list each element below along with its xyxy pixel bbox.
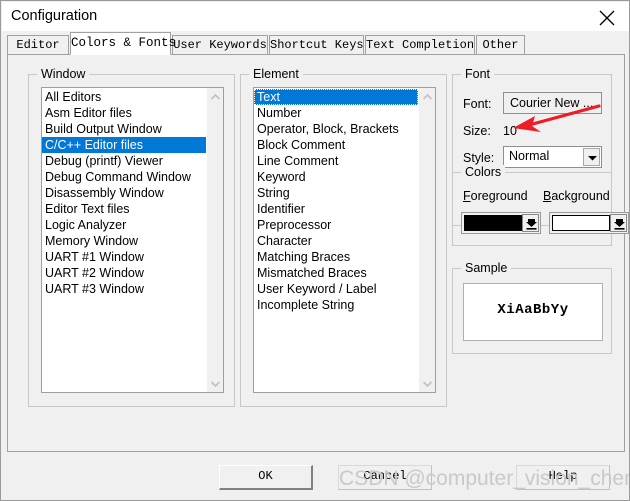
tab-user-keywords[interactable]: User Keywords	[172, 35, 268, 54]
colors-group: Colors Foreground Background	[452, 165, 629, 246]
list-item[interactable]: Memory Window	[42, 233, 206, 249]
foreground-color-swatch	[464, 215, 522, 231]
list-item[interactable]: Character	[254, 233, 418, 249]
foreground-label: Foreground	[463, 189, 528, 203]
tab-text-completion[interactable]: Text Completion	[365, 35, 475, 54]
list-item[interactable]: Line Comment	[254, 153, 418, 169]
chevron-down-icon[interactable]	[610, 214, 627, 232]
list-item[interactable]: C/C++ Editor files	[42, 137, 206, 153]
list-item[interactable]: Asm Editor files	[42, 105, 206, 121]
list-item[interactable]: Debug Command Window	[42, 169, 206, 185]
sample-group: Sample XiAaBbYy	[452, 261, 612, 354]
cancel-button[interactable]: Cancel	[338, 465, 432, 490]
list-item[interactable]: Keyword	[254, 169, 418, 185]
window-list-scrollbar[interactable]	[206, 88, 223, 392]
list-item[interactable]: UART #3 Window	[42, 281, 206, 297]
ok-button[interactable]: OK	[219, 465, 313, 490]
style-field-label: Style:	[463, 151, 495, 165]
scroll-up-button[interactable]	[419, 88, 435, 105]
background-color-picker[interactable]	[549, 212, 629, 234]
sample-text: XiAaBbYy	[497, 302, 569, 318]
font-group-legend: Font	[461, 67, 495, 81]
tab-editor[interactable]: Editor	[7, 35, 69, 54]
chevron-down-icon[interactable]	[583, 148, 600, 166]
scroll-up-button[interactable]	[207, 88, 223, 105]
font-size-value: 10	[503, 124, 517, 138]
font-select-button[interactable]: Courier New ...	[503, 92, 602, 114]
list-item[interactable]: Matching Braces	[254, 249, 418, 265]
element-list-items: Text Number Operator, Block, Brackets Block…	[254, 88, 418, 313]
element-group-legend: Element	[249, 67, 303, 81]
list-item[interactable]: UART #2 Window	[42, 265, 206, 281]
title-bar: Configuration	[2, 2, 629, 31]
element-list-scrollbar[interactable]	[418, 88, 435, 392]
list-item[interactable]: Text	[254, 89, 418, 105]
font-field-label: Font:	[463, 97, 492, 111]
list-item[interactable]: Preprocessor	[254, 217, 418, 233]
window-group: Window All Editors Asm Editor files Build …	[28, 67, 235, 407]
list-item[interactable]: User Keyword / Label	[254, 281, 418, 297]
list-item[interactable]: Editor Text files	[42, 201, 206, 217]
help-button[interactable]: Help	[516, 465, 610, 490]
background-color-swatch	[552, 215, 610, 231]
list-item[interactable]: All Editors	[42, 89, 206, 105]
scroll-down-button[interactable]	[419, 375, 435, 392]
element-group: Element Text Number Operator, Block, Brack…	[240, 67, 447, 407]
tab-strip: Editor Colors & Fonts User Keywords Shor…	[7, 32, 625, 55]
list-item[interactable]: String	[254, 185, 418, 201]
sample-preview: XiAaBbYy	[463, 283, 603, 341]
scroll-down-button[interactable]	[207, 375, 223, 392]
font-style-value: Normal	[509, 149, 550, 163]
close-button[interactable]	[584, 2, 629, 31]
font-style-dropdown[interactable]: Normal	[503, 146, 602, 168]
page-title: Configuration	[11, 8, 98, 24]
list-item[interactable]: Build Output Window	[42, 121, 206, 137]
list-item[interactable]: Disassembly Window	[42, 185, 206, 201]
element-listbox[interactable]: Text Number Operator, Block, Brackets Block…	[253, 87, 436, 393]
tab-shortcut-keys[interactable]: Shortcut Keys	[269, 35, 364, 54]
configuration-dialog: Configuration Editor Colors & Fonts User…	[0, 0, 630, 501]
sample-group-legend: Sample	[461, 261, 512, 275]
tab-colors-and-fonts[interactable]: Colors & Fonts	[70, 32, 176, 55]
background-label: Background	[543, 189, 610, 203]
dialog-button-bar: OK Cancel Help	[2, 456, 629, 500]
list-item[interactable]: Logic Analyzer	[42, 217, 206, 233]
list-item[interactable]: Operator, Block, Brackets	[254, 121, 418, 137]
list-item[interactable]: Incomplete String	[254, 297, 418, 313]
list-item[interactable]: Identifier	[254, 201, 418, 217]
chevron-down-icon[interactable]	[522, 214, 539, 232]
list-item[interactable]: Mismatched Braces	[254, 265, 418, 281]
list-item[interactable]: Debug (printf) Viewer	[42, 153, 206, 169]
foreground-color-picker[interactable]	[461, 212, 541, 234]
tab-other[interactable]: Other	[476, 35, 525, 54]
list-item[interactable]: Number	[254, 105, 418, 121]
size-field-label: Size:	[463, 124, 491, 138]
window-group-legend: Window	[37, 67, 90, 81]
colors-group-legend: Colors	[461, 165, 506, 179]
window-listbox[interactable]: All Editors Asm Editor files Build Output …	[41, 87, 224, 393]
list-item[interactable]: Block Comment	[254, 137, 418, 153]
list-item[interactable]: UART #1 Window	[42, 249, 206, 265]
tab-content-panel: Window All Editors Asm Editor files Build …	[7, 54, 629, 452]
window-list-items: All Editors Asm Editor files Build Output …	[42, 88, 206, 297]
